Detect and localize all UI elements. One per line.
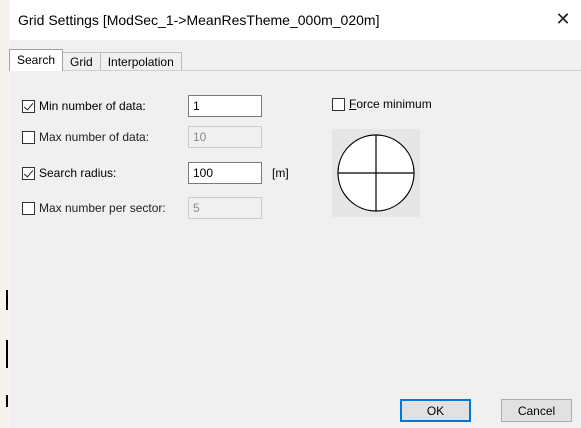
search-radius-checkbox[interactable] bbox=[22, 166, 35, 180]
max-data-checkbox[interactable] bbox=[22, 130, 35, 144]
dialog-body: Search Grid Interpolation Min number of … bbox=[9, 40, 581, 389]
tab-search[interactable]: Search bbox=[9, 49, 64, 71]
circle-quadrants-icon bbox=[337, 134, 415, 212]
search-tab-panel: Min number of data: 1 Max number of data… bbox=[10, 70, 581, 389]
title-bar: Grid Settings [ModSec_1->MeanResTheme_00… bbox=[10, 0, 581, 40]
tab-search-label: Search bbox=[17, 53, 56, 67]
ok-button[interactable]: OK bbox=[400, 399, 471, 422]
min-data-checkbox[interactable] bbox=[22, 99, 35, 113]
cancel-button[interactable]: Cancel bbox=[501, 399, 572, 422]
grid-settings-window: Grid Settings [ModSec_1->MeanResTheme_00… bbox=[0, 0, 581, 428]
search-radius-unit: [m] bbox=[272, 166, 289, 180]
min-data-field[interactable]: 1 bbox=[188, 95, 262, 117]
max-sector-label: Max number per sector: bbox=[39, 201, 166, 215]
sector-diagram bbox=[332, 129, 420, 217]
window-title: Grid Settings [ModSec_1->MeanResTheme_00… bbox=[18, 12, 380, 28]
tab-strip: Search Grid Interpolation bbox=[9, 49, 182, 71]
max-sector-row: Max number per sector: bbox=[22, 198, 166, 218]
force-minimum-label-rest: orce minimum bbox=[356, 97, 432, 111]
tab-interpolation-label: Interpolation bbox=[107, 55, 174, 69]
min-data-label: Min number of data: bbox=[39, 99, 146, 113]
min-data-row: Min number of data: bbox=[22, 96, 146, 116]
cancel-button-label: Cancel bbox=[517, 403, 556, 418]
tab-interpolation[interactable]: Interpolation bbox=[99, 52, 182, 71]
force-minimum-row: Force minimum bbox=[332, 94, 432, 114]
max-sector-checkbox[interactable] bbox=[22, 201, 35, 215]
search-radius-row: Search radius: bbox=[22, 163, 116, 183]
max-sector-field: 5 bbox=[188, 197, 262, 219]
button-bar: OK Cancel bbox=[10, 388, 581, 428]
tab-grid-label: Grid bbox=[70, 55, 93, 69]
max-data-row: Max number of data: bbox=[22, 127, 149, 147]
close-button[interactable]: ✕ bbox=[545, 0, 581, 38]
tab-grid[interactable]: Grid bbox=[62, 52, 101, 71]
close-icon: ✕ bbox=[555, 8, 571, 29]
search-radius-label: Search radius: bbox=[39, 166, 117, 180]
ok-button-label: OK bbox=[426, 403, 445, 418]
force-minimum-checkbox[interactable] bbox=[332, 97, 345, 111]
max-data-field: 10 bbox=[188, 126, 262, 148]
force-minimum-label: Force minimum bbox=[349, 97, 432, 111]
search-radius-field[interactable]: 100 bbox=[188, 162, 262, 184]
max-data-label: Max number of data: bbox=[39, 130, 150, 144]
